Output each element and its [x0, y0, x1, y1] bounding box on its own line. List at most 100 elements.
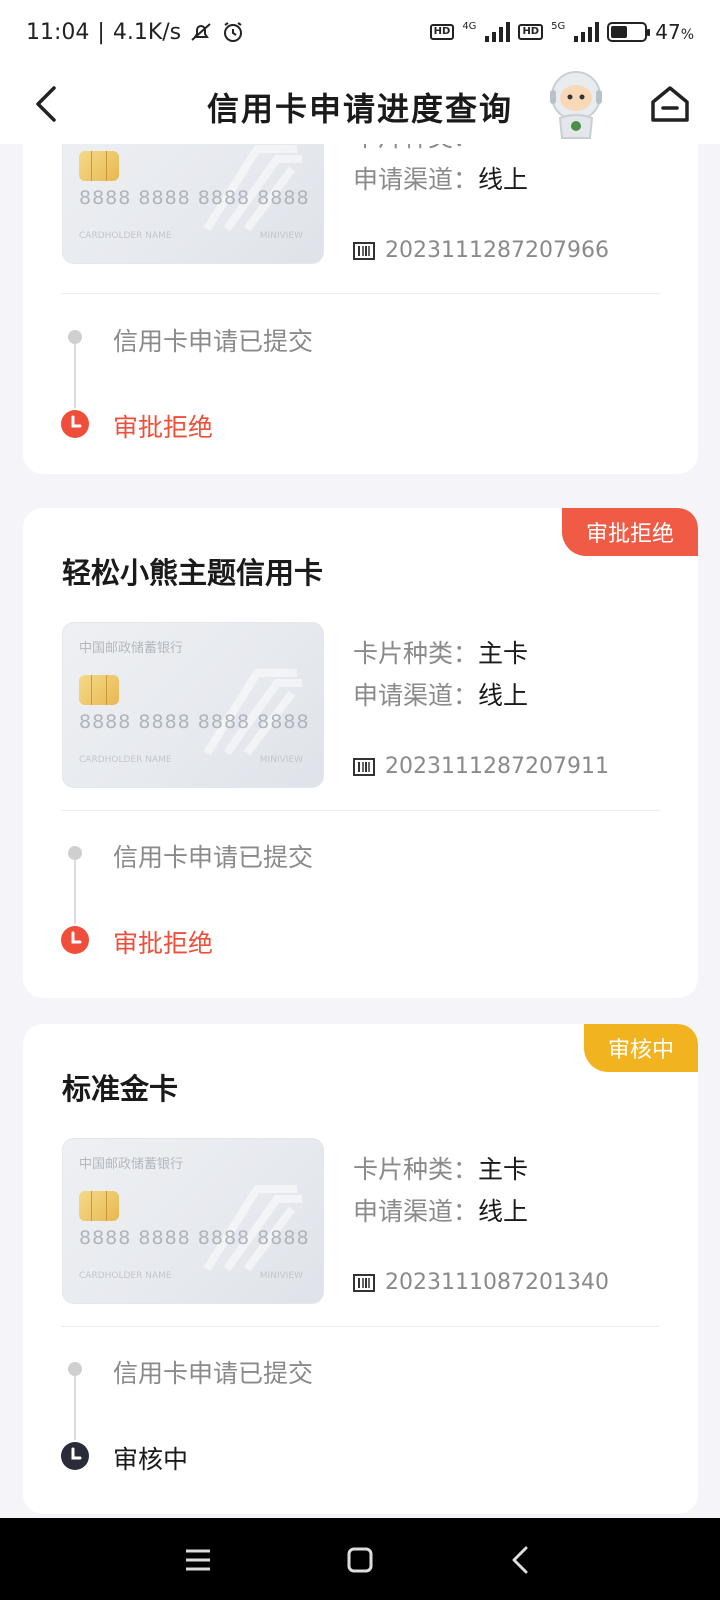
credit-card-image: 中国邮政储蓄银行 8888 8888 8888 8888 CARDHOLDER … — [62, 144, 324, 264]
home-button[interactable] — [648, 82, 692, 126]
alarm-icon — [221, 20, 245, 44]
product-name: 轻松小熊主题信用卡 — [62, 556, 324, 590]
chip-icon — [79, 151, 119, 181]
application-card-1[interactable]: 中国邮政储蓄银行 8888 8888 8888 8888 CARDHOLDER … — [23, 144, 698, 474]
card-holder: CARDHOLDER NAME — [79, 1271, 172, 1281]
card-type-label: 卡片种类： — [353, 144, 478, 152]
card-type-line: 卡片种类：主卡 — [353, 1150, 528, 1186]
card-number: 8888 8888 8888 8888 — [79, 187, 310, 209]
status-right: HD 4G HD 5G 47% — [429, 20, 694, 44]
timeline-line — [74, 860, 76, 924]
step-submitted: 信用卡申请已提交 — [113, 327, 314, 356]
page-title: 信用卡申请进度查询 — [206, 90, 513, 128]
barcode-icon — [353, 241, 375, 260]
application-list[interactable]: 中国邮政储蓄银行 8888 8888 8888 8888 CARDHOLDER … — [0, 144, 720, 1518]
card-mark: MINIVIEW — [259, 755, 303, 765]
channel-line: 申请渠道：线上 — [353, 1192, 528, 1228]
hd-badge-2: HD — [518, 24, 544, 40]
home-icon — [651, 86, 689, 122]
mascot-icon[interactable] — [544, 68, 608, 140]
credit-card-image: 中国邮政储蓄银行 8888 8888 8888 8888 CARDHOLDER … — [62, 622, 324, 788]
timeline-dot — [68, 330, 82, 344]
nav-back-button[interactable] — [500, 1540, 540, 1580]
hd-badge-1: HD — [429, 24, 455, 40]
channel-label: 申请渠道： — [353, 681, 479, 710]
status-badge: 审批拒绝 — [561, 508, 698, 556]
application-serial: 2023111087201340 — [385, 1270, 609, 1295]
network-type-1: 4G — [462, 20, 477, 32]
chip-icon — [79, 1191, 119, 1221]
nav-home-button[interactable] — [340, 1540, 380, 1580]
battery-fill — [611, 26, 628, 38]
step-status: 审批拒绝 — [113, 413, 214, 442]
channel-value: 线上 — [478, 681, 529, 710]
timeline-line — [74, 1376, 76, 1440]
card-number: 8888 8888 8888 8888 — [79, 1227, 310, 1249]
clock-icon — [61, 926, 89, 954]
signal-icon-2 — [573, 22, 600, 42]
channel-value: 线上 — [478, 165, 529, 194]
card-holder: CARDHOLDER NAME — [79, 755, 172, 765]
clock-icon — [61, 410, 89, 438]
card-type-value: 主卡 — [478, 639, 529, 668]
channel-line: 申请渠道：线上 — [353, 676, 528, 712]
barcode-icon — [353, 1273, 375, 1292]
application-card-3[interactable]: 审核中 标准金卡 中国邮政储蓄银行 8888 8888 8888 8888 CA… — [23, 1024, 698, 1514]
channel-line: 申请渠道：线上 — [353, 160, 528, 196]
battery-percent-unit: % — [680, 27, 694, 43]
battery-percent: 47% — [655, 20, 694, 44]
channel-label: 申请渠道： — [353, 1197, 479, 1226]
serial-line: 2023111287207966 — [353, 238, 609, 263]
network-type-2: 5G — [551, 20, 566, 32]
divider — [61, 293, 660, 294]
step-status: 审核中 — [113, 1445, 189, 1474]
square-icon — [347, 1547, 373, 1573]
card-type-line: 卡片种类： — [353, 144, 478, 154]
channel-value: 线上 — [478, 1197, 529, 1226]
product-name: 标准金卡 — [62, 1072, 179, 1106]
menu-icon — [186, 1549, 210, 1571]
clock-icon — [61, 1442, 89, 1470]
step-submitted: 信用卡申请已提交 — [113, 1359, 314, 1388]
card-number: 8888 8888 8888 8888 — [79, 711, 310, 733]
timeline-dot — [68, 846, 82, 860]
mute-icon — [189, 20, 213, 44]
signal-icon-1 — [484, 22, 511, 42]
step-submitted: 信用卡申请已提交 — [113, 843, 314, 872]
back-arrow-icon — [512, 1546, 528, 1574]
timeline-line — [74, 344, 76, 408]
application-serial: 2023111287207966 — [385, 238, 609, 263]
status-badge: 审核中 — [583, 1024, 698, 1072]
card-mark: MINIVIEW — [259, 1271, 303, 1281]
menu-button[interactable] — [178, 1540, 218, 1580]
card-bank-name: 中国邮政储蓄银行 — [79, 641, 184, 656]
card-holder: CARDHOLDER NAME — [79, 231, 172, 241]
step-status: 审批拒绝 — [113, 929, 214, 958]
divider — [61, 1326, 660, 1327]
application-serial: 2023111287207911 — [385, 754, 609, 779]
card-type-label: 卡片种类： — [353, 1155, 479, 1184]
chip-icon — [79, 675, 119, 705]
card-bank-name: 中国邮政储蓄银行 — [79, 1157, 184, 1172]
battery-icon — [607, 22, 651, 42]
serial-line: 2023111087201340 — [353, 1270, 609, 1295]
application-card-2[interactable]: 审批拒绝 轻松小熊主题信用卡 中国邮政储蓄银行 8888 8888 8888 8… — [23, 508, 698, 998]
card-type-label: 卡片种类： — [353, 639, 479, 668]
status-bar: 11:04 | 4.1K/s HD 4G HD 5G 47% — [0, 0, 720, 64]
serial-line: 2023111287207911 — [353, 754, 609, 779]
separator: | — [97, 19, 105, 45]
status-left: 11:04 | 4.1K/s — [26, 20, 245, 45]
barcode-icon — [353, 757, 375, 776]
credit-card-image: 中国邮政储蓄银行 8888 8888 8888 8888 CARDHOLDER … — [62, 1138, 324, 1304]
timeline-dot — [68, 1362, 82, 1376]
card-type-value: 主卡 — [478, 1155, 529, 1184]
system-nav-bar — [0, 1518, 720, 1600]
battery-percent-value: 47 — [655, 20, 681, 44]
app-header: 信用卡申请进度查询 — [0, 64, 720, 144]
channel-label: 申请渠道： — [353, 165, 479, 194]
clock-time: 11:04 — [26, 19, 90, 45]
card-mark: MINIVIEW — [259, 231, 303, 241]
divider — [61, 810, 660, 811]
network-speed: 4.1K/s — [112, 19, 182, 45]
card-type-line: 卡片种类：主卡 — [353, 634, 528, 670]
